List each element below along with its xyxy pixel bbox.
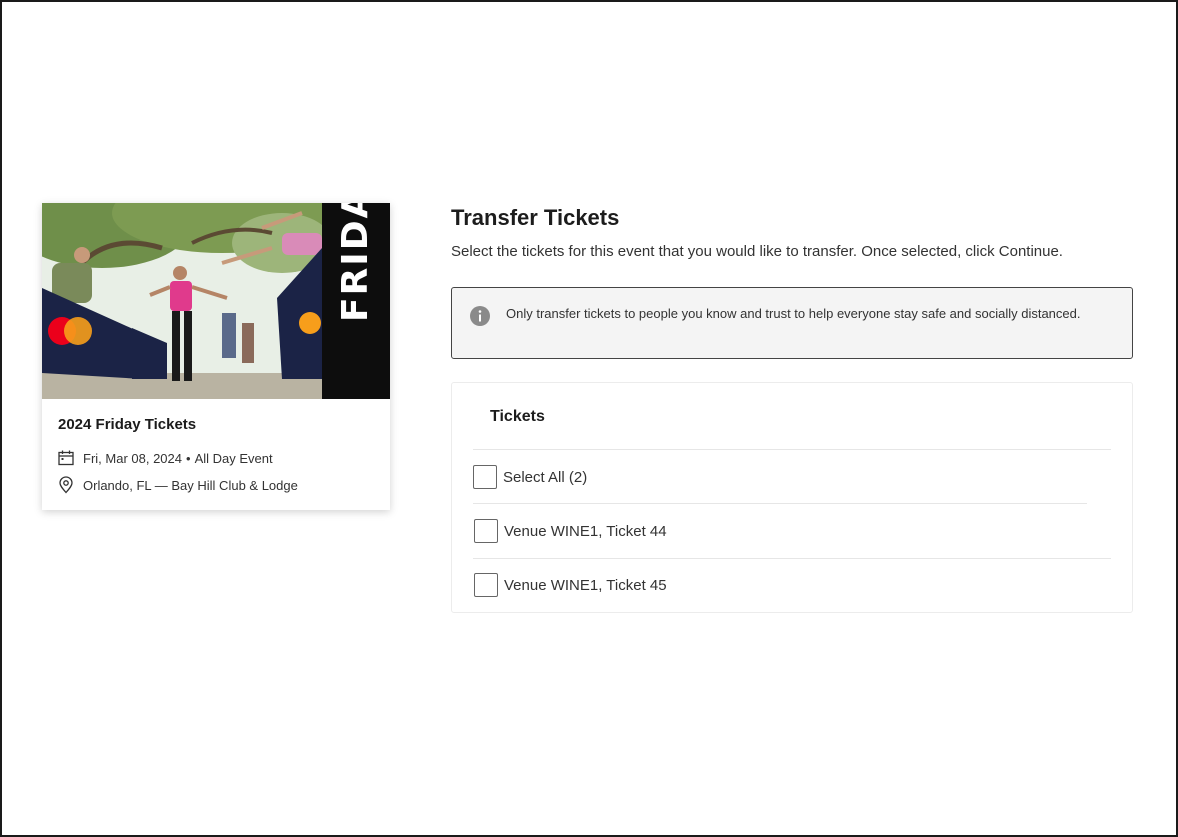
select-all-label: Select All (2) [503, 468, 588, 486]
event-date: Fri, Mar 08, 2024 [83, 450, 182, 466]
ticket-checkbox[interactable] [474, 519, 498, 543]
page-description: Select the tickets for this event that y… [451, 243, 1063, 260]
event-location: Orlando, FL — Bay Hill Club & Lodge [83, 477, 298, 493]
divider [473, 503, 1087, 504]
event-image: FRIDAY [42, 203, 390, 399]
event-location-row: Orlando, FL — Bay Hill Club & Lodge [57, 476, 298, 494]
page-title: Transfer Tickets [451, 205, 620, 230]
event-time: All Day Event [194, 450, 273, 466]
tickets-heading: Tickets [490, 408, 545, 425]
safety-notice: Only transfer tickets to people you know… [451, 287, 1133, 359]
ticket-checkbox[interactable] [474, 573, 498, 597]
date-separator: • [186, 450, 191, 466]
ticket-checkbox-row[interactable]: Venue WINE1, Ticket 44 [474, 519, 667, 543]
ticket-checkbox-row[interactable]: Venue WINE1, Ticket 45 [474, 573, 667, 597]
notice-text: Only transfer tickets to people you know… [506, 306, 1081, 321]
divider [473, 558, 1111, 559]
location-pin-icon [57, 476, 75, 494]
select-all-checkbox[interactable] [473, 465, 497, 489]
divider [473, 449, 1111, 450]
select-all-checkbox-row[interactable]: Select All (2) [473, 465, 587, 489]
event-date-row: Fri, Mar 08, 2024 • All Day Event [57, 449, 273, 467]
tickets-panel: Tickets Select All (2) Venue WINE1, Tick… [451, 382, 1133, 613]
event-title[interactable]: 2024 Friday Tickets [58, 416, 196, 433]
event-card[interactable]: FRIDAY 2024 Friday Tickets Fri, Mar 08, … [42, 203, 390, 510]
banner-text: FRIDAY [335, 203, 376, 322]
ticket-label: Venue WINE1, Ticket 44 [504, 522, 667, 540]
info-icon [469, 305, 491, 327]
calendar-icon [57, 449, 75, 467]
ticket-label: Venue WINE1, Ticket 45 [504, 576, 667, 594]
